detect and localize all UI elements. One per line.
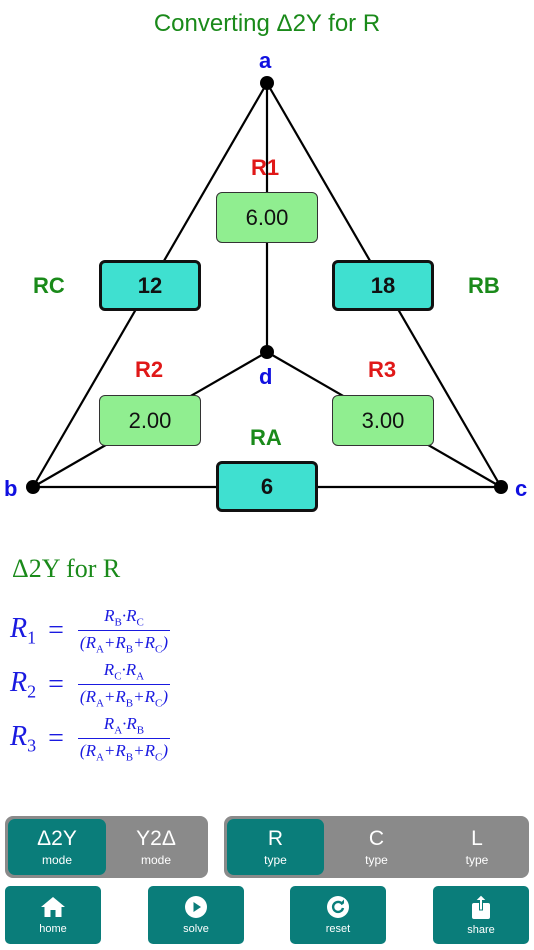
r3-value-field[interactable]: 3.00 bbox=[332, 395, 434, 446]
share-icon bbox=[472, 894, 490, 919]
reset-button[interactable]: reset bbox=[290, 886, 386, 944]
formula-r3: R3 = RA·RB (RA+RB+RC) bbox=[10, 714, 171, 764]
r1-label: R1 bbox=[251, 155, 280, 180]
mode-option-delta-to-y[interactable]: Δ2Y mode bbox=[8, 819, 106, 875]
solve-button[interactable]: solve bbox=[148, 886, 244, 944]
type-option-l[interactable]: L type bbox=[428, 819, 526, 875]
r2-value-field[interactable]: 2.00 bbox=[99, 395, 201, 446]
reset-icon bbox=[327, 896, 349, 918]
formula-r2-fraction: RC·RA (RA+RB+RC) bbox=[77, 660, 171, 710]
node-d-label: d bbox=[259, 364, 273, 389]
home-button[interactable]: home bbox=[5, 886, 101, 944]
type-option-c[interactable]: C type bbox=[327, 819, 426, 875]
play-icon bbox=[185, 896, 207, 918]
rb-label: RB bbox=[468, 273, 500, 298]
node-a-label: a bbox=[259, 48, 272, 73]
type-option-r[interactable]: R type bbox=[227, 819, 324, 875]
node-b-dot bbox=[26, 480, 40, 494]
r2-label: R2 bbox=[135, 357, 164, 382]
formula-r3-fraction: RA·RB (RA+RB+RC) bbox=[77, 714, 171, 764]
formula-r1-lhs: R1 bbox=[10, 613, 37, 648]
ra-value-field[interactable]: 6 bbox=[216, 461, 318, 512]
circuit-diagram bbox=[26, 76, 508, 494]
formula-r2-lhs: R2 bbox=[10, 667, 37, 702]
type-segmented-control: R type C type L type bbox=[224, 816, 529, 878]
formula-r1-fraction: RB·RC (RA+RB+RC) bbox=[77, 606, 171, 656]
home-icon bbox=[41, 897, 65, 917]
node-c-label: c bbox=[515, 476, 528, 501]
node-a-dot bbox=[260, 76, 274, 90]
formula-r1-equals: = bbox=[48, 614, 64, 646]
r1-value-field[interactable]: 6.00 bbox=[216, 192, 318, 243]
rc-label: RC bbox=[33, 273, 65, 298]
r3-label: R3 bbox=[368, 357, 397, 382]
mode-segmented-control: Δ2Y mode Y2Δ mode bbox=[5, 816, 208, 878]
formula-r2: R2 = RC·RA (RA+RB+RC) bbox=[10, 660, 171, 710]
formula-r3-lhs: R3 bbox=[10, 721, 37, 756]
formula-r2-equals: = bbox=[48, 668, 64, 700]
rc-value-field[interactable]: 12 bbox=[99, 260, 201, 311]
share-button[interactable]: share bbox=[433, 886, 529, 944]
ra-label: RA bbox=[250, 425, 282, 450]
formula-r3-equals: = bbox=[48, 722, 64, 754]
formula-r1: R1 = RB·RC (RA+RB+RC) bbox=[10, 606, 171, 656]
mode-option-y-to-delta[interactable]: Y2Δ mode bbox=[107, 819, 205, 875]
node-b-label: b bbox=[4, 476, 18, 501]
node-d-dot bbox=[260, 345, 274, 359]
rb-value-field[interactable]: 18 bbox=[332, 260, 434, 311]
formula-title: Δ2Y for R bbox=[12, 554, 121, 583]
node-c-dot bbox=[494, 480, 508, 494]
